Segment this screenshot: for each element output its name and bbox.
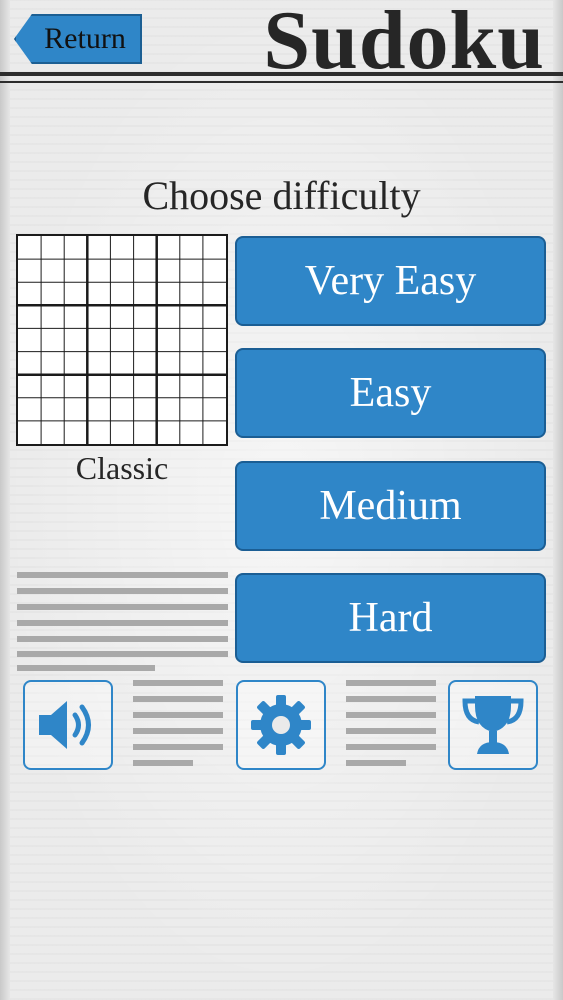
- gear-icon: [251, 695, 311, 755]
- filler-line: [17, 572, 228, 578]
- settings-button[interactable]: [236, 680, 326, 770]
- very-easy-label: Very Easy: [304, 258, 477, 304]
- app-title: Sudoku: [263, 0, 545, 87]
- puzzle-type-label: Classic: [75, 450, 169, 486]
- grid-lines: [18, 236, 226, 444]
- medium-button[interactable]: Medium: [235, 461, 546, 551]
- paper-edge-left: [0, 0, 10, 1000]
- filler-line: [17, 636, 228, 642]
- filler-line: [346, 696, 436, 702]
- filler-line: [17, 651, 228, 657]
- filler-line: [133, 728, 223, 734]
- leaderboard-button[interactable]: [448, 680, 538, 770]
- filler-line: [346, 728, 436, 734]
- hard-label: Hard: [348, 595, 433, 641]
- choose-difficulty-heading: Choose difficulty: [142, 173, 421, 218]
- filler-line: [17, 620, 228, 626]
- trophy-icon: [462, 696, 524, 754]
- filler-line: [346, 744, 436, 750]
- filler-line: [133, 744, 223, 750]
- filler-line: [346, 712, 436, 718]
- filler-line: [133, 712, 223, 718]
- very-easy-button[interactable]: Very Easy: [235, 236, 546, 326]
- return-button[interactable]: Return: [14, 14, 142, 64]
- filler-line: [346, 680, 436, 686]
- filler-line: [133, 760, 193, 766]
- filler-line: [133, 680, 223, 686]
- filler-line: [346, 760, 406, 766]
- hard-button[interactable]: Hard: [235, 573, 546, 663]
- easy-label: Easy: [349, 370, 432, 416]
- paper-edge-right: [553, 0, 563, 1000]
- return-button-label: Return: [44, 22, 126, 55]
- medium-label: Medium: [319, 483, 462, 529]
- classic-sudoku-grid: [16, 234, 228, 446]
- filler-line: [17, 588, 228, 594]
- easy-button[interactable]: Easy: [235, 348, 546, 438]
- filler-line: [17, 604, 228, 610]
- filler-line: [133, 696, 223, 702]
- speaker-icon: [39, 701, 91, 749]
- sound-toggle-button[interactable]: [23, 680, 113, 770]
- filler-line: [17, 665, 155, 671]
